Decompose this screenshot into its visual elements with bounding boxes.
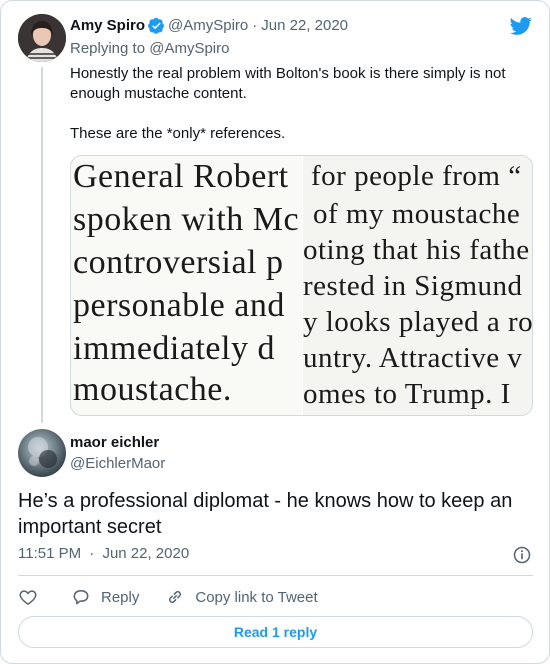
copy-link-label: Copy link to Tweet: [195, 588, 318, 606]
excerpt-line: General Robert: [73, 158, 289, 195]
excerpt-line: oting that his fathe: [303, 234, 530, 266]
book-excerpt-right: for people from “ of my moustache oting …: [303, 156, 533, 415]
excerpt-line: y looks played a ro: [303, 306, 533, 338]
tweet-actions: Reply Copy link to Tweet: [18, 586, 318, 608]
author-name[interactable]: maor eichler: [70, 434, 159, 451]
tweet-embed-card: Amy Spiro @AmySpiro · Jun 22, 2020 Reply…: [0, 0, 550, 664]
avatar-photo: [18, 14, 66, 62]
tweet-date: Jun 22, 2020: [102, 545, 190, 562]
excerpt-line: rested in Sigmund: [303, 270, 523, 302]
avatar-photo: [28, 437, 57, 468]
info-icon[interactable]: [512, 545, 532, 565]
excerpt-line: spoken with Mc: [73, 201, 300, 238]
excerpt-line: omes to Trump. I: [303, 378, 511, 410]
excerpt-line: controversial p: [73, 244, 284, 281]
replying-to: Replying to @AmySpiro: [70, 40, 229, 57]
tweet-text: He’s a professional diplomat - he knows …: [18, 490, 513, 538]
excerpt-line: moustache.: [73, 371, 232, 408]
tweet-date[interactable]: Jun 22, 2020: [261, 17, 348, 34]
tweet-timestamp[interactable]: 11:51 PM · Jun 22, 2020: [18, 545, 189, 562]
excerpt-line: immediately d: [73, 330, 275, 367]
author-handle[interactable]: @EichlerMaor: [70, 455, 165, 472]
like-button[interactable]: [18, 587, 38, 607]
excerpt-line: of my moustache: [313, 198, 521, 230]
verified-badge-icon: [148, 17, 164, 34]
attached-photo[interactable]: General Robert spoken with Mc controvers…: [70, 155, 533, 416]
author-name[interactable]: Amy Spiro: [70, 17, 145, 34]
excerpt-line: untry. Attractive v: [303, 342, 523, 374]
author-handle[interactable]: @AmySpiro: [168, 17, 248, 34]
separator-dot: ·: [89, 545, 95, 562]
replying-label: Replying to: [70, 40, 146, 57]
excerpt-line: personable and: [73, 287, 285, 324]
reply-icon: [73, 590, 89, 605]
copy-link-button[interactable]: Copy link to Tweet: [165, 587, 318, 607]
reply-label: Reply: [101, 588, 140, 606]
link-icon: [169, 591, 182, 603]
divider: [18, 575, 533, 576]
book-excerpt-left: General Robert spoken with Mc controvers…: [71, 156, 303, 415]
twitter-bird-icon[interactable]: [509, 15, 533, 37]
parent-tweet-text: Honestly the real problem with Bolton's …: [70, 65, 506, 102]
parent-tweet-header: Amy Spiro @AmySpiro · Jun 22, 2020: [70, 17, 348, 34]
heart-icon: [19, 590, 37, 605]
excerpt-line: for people from “: [311, 160, 522, 192]
separator-dot: ·: [252, 17, 258, 34]
reply-button[interactable]: Reply: [71, 587, 139, 607]
read-replies-button[interactable]: Read 1 reply: [18, 616, 533, 648]
tweet-time: 11:51 PM: [18, 545, 82, 562]
avatar[interactable]: [18, 14, 66, 62]
replying-to-handle[interactable]: @AmySpiro: [149, 40, 229, 57]
thread-connector-line: [41, 67, 43, 423]
avatar[interactable]: [18, 429, 66, 477]
parent-tweet-text-2: These are the *only* references.: [70, 125, 286, 142]
